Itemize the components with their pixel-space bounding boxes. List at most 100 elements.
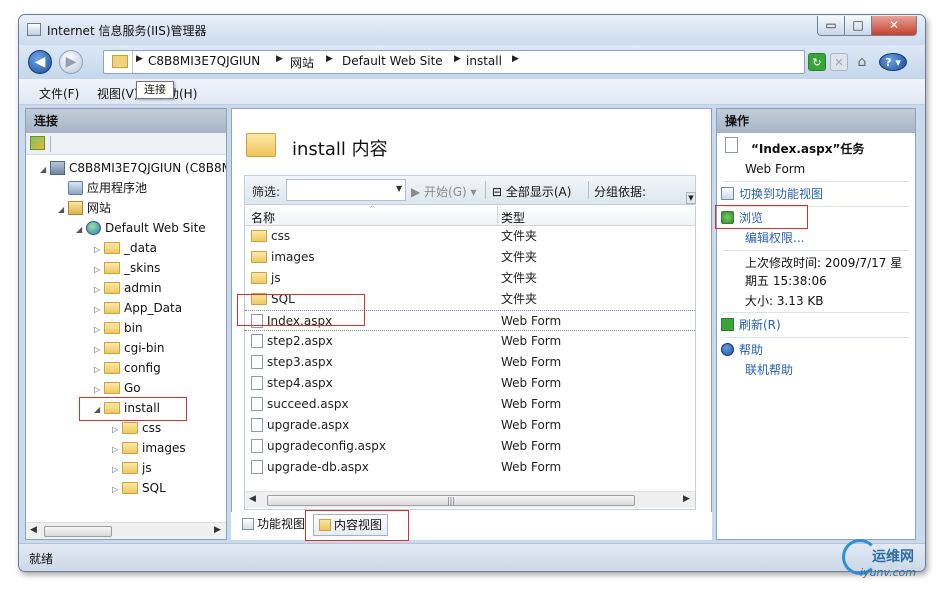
tree-node[interactable]: ▷ App_Data — [94, 298, 182, 318]
list-item[interactable]: css 文件夹 — [245, 226, 695, 247]
stop-icon[interactable]: ✕ — [830, 53, 848, 71]
file-icon — [725, 137, 738, 153]
divider — [723, 312, 909, 313]
tree-node[interactable]: ◢ Default Web Site — [76, 218, 206, 238]
item-name-label: upgrade.aspx — [267, 418, 350, 432]
view-tabs: 功能视图 内容视图 — [231, 512, 712, 540]
breadcrumb-default-web-site[interactable]: Default Web Site — [342, 54, 443, 68]
refresh-label: 刷新(R) — [739, 318, 781, 332]
tree-node-label: images — [142, 441, 186, 455]
menu-view[interactable]: 视图(V) — [97, 85, 139, 102]
scrollbar-thumb[interactable]: ||| — [267, 495, 635, 506]
file-icon — [251, 418, 263, 432]
online-help-link[interactable]: 联机帮助 — [745, 361, 793, 379]
list-item[interactable]: images 文件夹 — [245, 247, 695, 268]
group-by-label[interactable]: 分组依据: — [594, 183, 646, 200]
back-button[interactable]: ◀ — [28, 50, 52, 74]
toolbar-scroll-icon[interactable]: ▼ — [686, 192, 696, 204]
expand-icon[interactable]: ▷ — [94, 280, 104, 300]
collapse-icon[interactable]: ◢ — [58, 200, 68, 220]
refresh-link[interactable]: 刷新(R) — [721, 316, 781, 334]
expand-icon[interactable]: ▷ — [94, 340, 104, 360]
tree-node[interactable]: ▷ Go — [94, 378, 141, 398]
home-icon[interactable]: ⌂ — [853, 53, 871, 71]
scrollbar-thumb[interactable] — [44, 526, 112, 537]
show-all-button[interactable]: ⊟ 全部显示(A) — [492, 183, 571, 200]
close-button[interactable]: ✕ — [871, 16, 917, 36]
scroll-left-icon[interactable]: ◀ — [249, 494, 256, 504]
list-item[interactable]: succeed.aspx Web Form — [245, 394, 695, 415]
tree-node[interactable]: 应用程序池 — [58, 178, 147, 198]
breadcrumb-separator-icon[interactable]: ▶ — [276, 54, 283, 64]
collapse-icon[interactable]: ◢ — [40, 160, 50, 180]
highlight-index-row — [237, 294, 365, 326]
start-filter-button[interactable]: ▶ 开始(G) ▾ — [411, 183, 477, 200]
refresh-icon[interactable]: ↻ — [808, 53, 826, 71]
window-title: Internet 信息服务(IIS)管理器 — [47, 24, 207, 38]
menu-file[interactable]: 文件(F) — [39, 85, 79, 102]
breadcrumb-separator-icon[interactable]: ▶ — [136, 54, 143, 64]
tree-node[interactable]: ▷ config — [94, 358, 161, 378]
edit-permissions-link[interactable]: 编辑权限... — [745, 229, 804, 247]
item-name: step3.aspx — [251, 352, 333, 373]
tree-node[interactable]: ▷ images — [112, 438, 186, 458]
tree-node[interactable]: ▷ SQL — [112, 478, 166, 498]
column-type[interactable]: 类型 — [501, 209, 525, 226]
address-bar[interactable]: ▶ C8B8MI3E7QJGIUN ▶ 网站 ▶ Default Web Sit… — [103, 50, 805, 74]
connect-icon[interactable] — [30, 136, 45, 150]
breadcrumb-separator-icon[interactable]: ▶ — [512, 54, 519, 64]
column-name[interactable]: 名称 — [251, 209, 275, 226]
breadcrumb-sites[interactable]: 网站 — [290, 54, 314, 71]
tree-node[interactable]: ▷ bin — [94, 318, 143, 338]
filter-input[interactable] — [286, 179, 406, 201]
tree-node[interactable]: ◢ 网站 — [58, 198, 111, 218]
tree-node[interactable]: ▷ js — [112, 458, 152, 478]
expand-icon[interactable]: ▷ — [112, 440, 122, 460]
tree-node[interactable]: ▷ admin — [94, 278, 162, 298]
horizontal-scrollbar[interactable]: ◀ ||| ▶ — [245, 491, 695, 508]
connections-pane: 连接 ◢ C8B8MI3E7QJGIUN (C8B8MI3E7QJGIUN\Adm… — [25, 108, 227, 540]
maximize-button[interactable]: □ — [844, 16, 872, 36]
breadcrumb-install[interactable]: install — [466, 54, 502, 68]
filter-dropdown-icon[interactable]: ▼ — [396, 184, 402, 193]
list-item[interactable]: upgrade.aspx Web Form — [245, 415, 695, 436]
breadcrumb-separator-icon[interactable]: ▶ — [326, 54, 333, 64]
expand-icon[interactable]: ▷ — [94, 320, 104, 340]
breadcrumb-separator-icon[interactable]: ▶ — [454, 54, 461, 64]
list-item[interactable]: step3.aspx Web Form — [245, 352, 695, 373]
switch-to-features-view-link[interactable]: 切换到功能视图 — [721, 185, 823, 203]
collapse-icon[interactable]: ◢ — [76, 220, 86, 240]
tree-node[interactable]: ▷ _data — [94, 238, 157, 258]
expand-icon[interactable]: ▷ — [94, 300, 104, 320]
forward-button[interactable]: ▶ — [59, 50, 83, 74]
expand-icon[interactable]: ▷ — [94, 240, 104, 260]
item-name: upgradeconfig.aspx — [251, 436, 386, 457]
file-icon — [251, 439, 263, 453]
expand-icon[interactable]: ▷ — [112, 420, 122, 440]
tab-features-view[interactable]: 功能视图 — [237, 514, 310, 536]
expand-icon[interactable]: ▷ — [94, 360, 104, 380]
tree-node[interactable]: ▷ cgi-bin — [94, 338, 164, 358]
list-item[interactable]: upgradeconfig.aspx Web Form — [245, 436, 695, 457]
scroll-right-icon[interactable]: ▶ — [683, 494, 690, 504]
tree-node[interactable]: ▷ css — [112, 418, 161, 438]
tree-node[interactable]: ◢ C8B8MI3E7QJGIUN (C8B8MI3E7QJGIUN\Admini… — [40, 158, 226, 178]
expand-icon[interactable]: ▷ — [112, 460, 122, 480]
column-divider[interactable] — [497, 206, 498, 226]
list-item[interactable]: step4.aspx Web Form — [245, 373, 695, 394]
item-name: upgrade.aspx — [251, 415, 349, 436]
expand-icon[interactable]: ▷ — [112, 480, 122, 500]
breadcrumb-server[interactable]: C8B8MI3E7QJGIUN — [148, 54, 260, 68]
tree-node-label: 网站 — [87, 201, 112, 215]
scroll-left-icon[interactable]: ◀ — [30, 525, 37, 535]
minimize-button[interactable]: ▭ — [817, 16, 845, 36]
scroll-right-icon[interactable]: ▶ — [214, 525, 221, 535]
horizontal-scrollbar[interactable]: ◀ ▶ — [26, 522, 226, 539]
help-link[interactable]: 帮助 — [721, 341, 763, 359]
list-item[interactable]: step2.aspx Web Form — [245, 331, 695, 352]
help-icon[interactable]: ? ▾ — [879, 53, 907, 71]
list-item[interactable]: js 文件夹 — [245, 268, 695, 289]
expand-icon[interactable]: ▷ — [94, 260, 104, 280]
list-item[interactable]: upgrade-db.aspx Web Form — [245, 457, 695, 478]
tree-node[interactable]: ▷ _skins — [94, 258, 160, 278]
